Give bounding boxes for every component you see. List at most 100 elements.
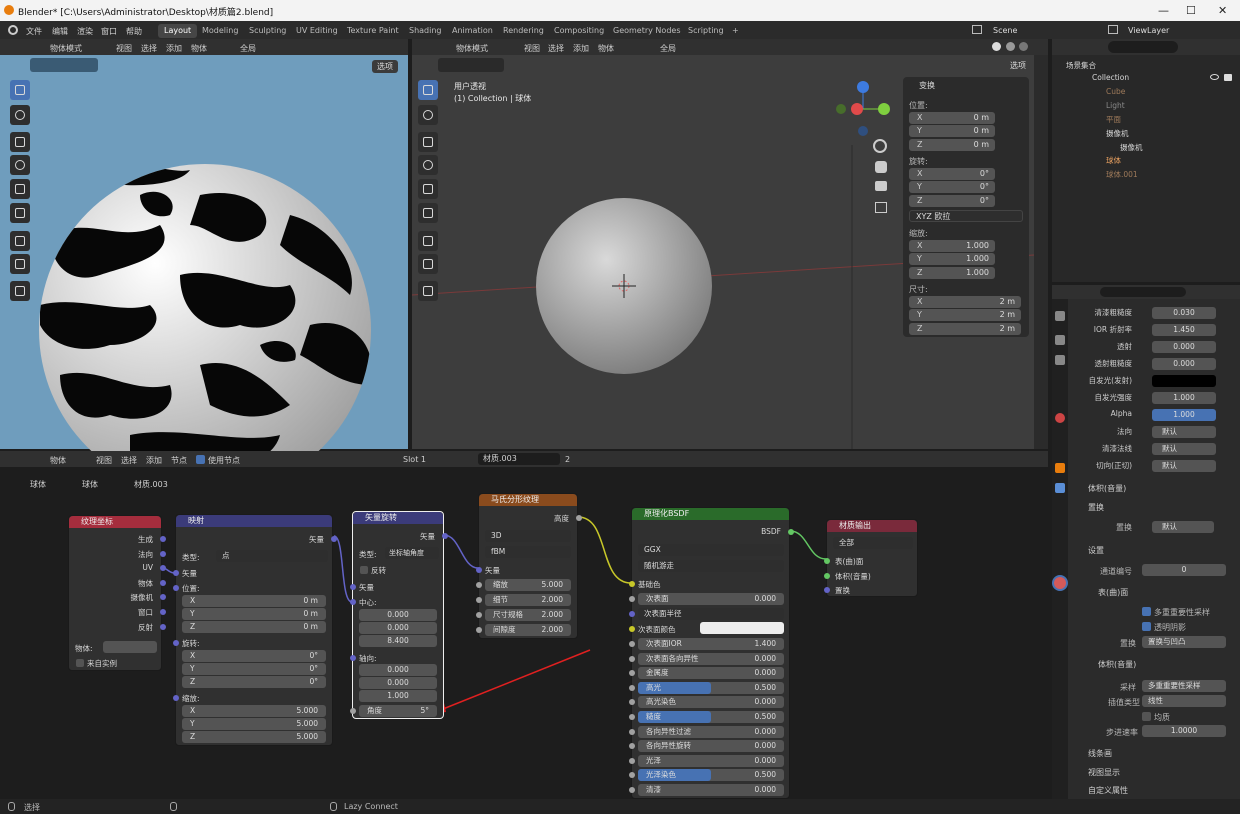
bsdf-subsurface-field[interactable]: 次表面 0.000 — [638, 593, 784, 605]
left-menu-add[interactable]: 添加 — [166, 43, 182, 54]
bsdf-sheen-tint-field[interactable]: 光泽染色 0.500 — [638, 769, 784, 782]
mapping-scale-x[interactable]: X 5.000 — [182, 705, 326, 717]
rv-transform-tool-icon[interactable] — [418, 203, 438, 223]
location-x-field[interactable]: X0 m — [909, 112, 995, 124]
navigation-gizmo-icon[interactable] — [832, 79, 894, 139]
tab-sculpting[interactable]: Sculpting — [243, 24, 292, 38]
ior-field[interactable]: 1.450 — [1152, 324, 1216, 336]
mapping-type-select[interactable]: 点 — [216, 550, 328, 562]
mapping-node[interactable]: 映射 矢量 类型: 点 矢量 位置: X0 m Y0 m Z0 m 旋转: X0… — [173, 514, 337, 746]
rotation-z-field[interactable]: Z 0° — [909, 195, 995, 207]
tab-shading[interactable]: Shading — [403, 24, 448, 38]
left-viewport-render[interactable]: 选项 — [0, 55, 408, 455]
displacement-section[interactable]: 置换 — [1088, 502, 1104, 513]
outliner-camera[interactable]: 摄像机 — [1106, 128, 1129, 140]
principled-bsdf-node[interactable]: 原理化BSDF BSDF GGX 随机游走 基础色 次表面 0.000 次表面半径… — [629, 507, 794, 799]
outliner-search-input[interactable] — [1108, 41, 1178, 53]
vrot-center-x[interactable]: 0.000 — [359, 609, 437, 621]
tangent-field[interactable]: 默认 — [1152, 460, 1216, 472]
rotate-tool-icon[interactable] — [10, 155, 30, 175]
bsdf-specular-tint-field[interactable]: 高光染色 0.000 — [638, 696, 784, 709]
clearcoat-roughness-field[interactable]: 0.030 — [1152, 307, 1216, 319]
bsdf-anisotropic-rotation-field[interactable]: 各向异性旋转 0.000 — [638, 740, 784, 753]
rv-cursor-tool-icon[interactable] — [418, 105, 438, 125]
menu-file[interactable]: 文件 — [26, 26, 42, 37]
rv-scale-tool-icon[interactable] — [418, 179, 438, 199]
shading-solid-icon[interactable] — [992, 42, 1001, 51]
perspective-grid-icon[interactable] — [875, 202, 887, 213]
pan-hand-icon[interactable] — [875, 161, 887, 173]
lineart-section[interactable]: 线条画 — [1088, 748, 1112, 759]
output-target-select[interactable]: 全部 — [833, 537, 913, 549]
bsdf-subsurface-radius-select[interactable]: 次表面半径 — [638, 608, 784, 620]
scale-x-field[interactable]: X 1.000 — [909, 240, 995, 252]
render-tab-icon[interactable] — [1055, 335, 1065, 345]
material-name-field[interactable]: 材质.003 — [478, 453, 560, 465]
mapping-rot-x[interactable]: X 0° — [182, 650, 326, 662]
vrot-type-select[interactable]: 坐标轴角度 — [385, 547, 439, 559]
tab-texture-paint[interactable]: Texture Paint — [341, 24, 405, 38]
displacement-field[interactable]: 默认 — [1152, 521, 1214, 533]
left-menu-select[interactable]: 选择 — [141, 43, 157, 54]
right-mode-select[interactable]: 物体模式 — [456, 43, 488, 54]
dimension-y-field[interactable]: Y2 m — [909, 309, 1021, 321]
tab-rendering[interactable]: Rendering — [497, 24, 550, 38]
right-menu-object[interactable]: 物体 — [598, 43, 614, 54]
vrot-axis-y[interactable]: 0.000 — [359, 677, 437, 689]
musgrave-detail-field[interactable]: 细节 2.000 — [485, 594, 571, 606]
bsdf-sheen-field[interactable]: 光泽 0.000 — [638, 754, 784, 767]
menu-render[interactable]: 渲染 — [77, 26, 93, 37]
mapping-rot-y[interactable]: Y 0° — [182, 663, 326, 675]
transmission-field[interactable]: 0.000 — [1152, 341, 1216, 353]
mapping-rot-z[interactable]: Z 0° — [182, 676, 326, 688]
rv-measure-tool-icon[interactable] — [418, 254, 438, 274]
shading-material-icon[interactable] — [1006, 42, 1015, 51]
vrot-axis-z[interactable]: 1.000 — [359, 690, 437, 702]
surface-subsection[interactable]: 表(曲)面 — [1098, 587, 1128, 598]
menu-help[interactable]: 帮助 — [126, 26, 142, 37]
bsdf-distribution-select[interactable]: GGX — [638, 544, 784, 556]
texture-coordinate-node[interactable]: 纹理坐标 生成 法向 UV 物体 摄像机 窗口 反射 物体: 来自实例 — [68, 515, 166, 671]
bsdf-roughness-field[interactable]: 糙度 0.500 — [638, 711, 784, 723]
musgrave-scale-field[interactable]: 缩放 5.000 — [485, 579, 571, 591]
move-tool-icon[interactable] — [10, 132, 30, 152]
tab-animation[interactable]: Animation — [446, 24, 499, 38]
left-menu-object[interactable]: 物体 — [191, 43, 207, 54]
left-mode-select[interactable]: 物体模式 — [50, 43, 82, 54]
properties-search-input[interactable] — [1100, 287, 1186, 297]
tab-layout[interactable]: Layout — [158, 24, 198, 38]
rotation-mode-select[interactable]: XYZ 欧拉 — [909, 210, 1023, 222]
scale-y-field[interactable]: Y 1.000 — [909, 253, 995, 265]
musgrave-dimension-field[interactable]: 尺寸规格 2.000 — [485, 609, 571, 621]
scale-tool-icon[interactable] — [10, 179, 30, 199]
output-tab-icon[interactable] — [1055, 355, 1065, 365]
modifier-tab-icon[interactable] — [1055, 483, 1065, 493]
tab-modeling[interactable]: Modeling — [196, 24, 244, 38]
node-menu-add[interactable]: 添加 — [146, 455, 162, 466]
outliner-light[interactable]: Light — [1106, 101, 1125, 113]
musgrave-texture-node[interactable]: 马氏分形纹理 高度 3D fBM 矢量 缩放 5.000 细节 2.000 尺寸规格… — [476, 493, 582, 639]
blender-menu-icon[interactable] — [8, 25, 18, 35]
tool-tab-icon[interactable] — [1055, 311, 1065, 321]
right-global-select[interactable]: 全局 — [660, 43, 676, 54]
vrot-angle-field[interactable]: 角度 5° — [359, 705, 437, 717]
from-instancer-checkbox[interactable] — [76, 659, 84, 667]
left-menu-view[interactable]: 视图 — [116, 43, 132, 54]
scene-name[interactable]: Scene — [993, 26, 1017, 35]
material-users-count[interactable]: 2 — [565, 455, 570, 464]
bsdf-sss-method-select[interactable]: 随机游走 — [638, 560, 784, 572]
measure-tool-icon[interactable] — [10, 254, 30, 274]
left-global-select[interactable]: 全局 — [240, 43, 256, 54]
menu-window[interactable]: 窗口 — [101, 26, 117, 37]
properties-tabs[interactable] — [1052, 299, 1068, 799]
clearcoat-normal-field[interactable]: 默认 — [1152, 443, 1216, 455]
right-menu-select[interactable]: 选择 — [548, 43, 564, 54]
emission-color-swatch[interactable] — [1152, 375, 1216, 387]
tab-geometry-nodes[interactable]: Geometry Nodes — [607, 24, 686, 38]
mapping-scale-z[interactable]: Z 5.000 — [182, 731, 326, 743]
render-camera-icon[interactable] — [1224, 74, 1232, 81]
mapping-loc-z[interactable]: Z0 m — [182, 621, 326, 633]
mis-checkbox[interactable] — [1142, 607, 1151, 616]
transparent-shadow-checkbox[interactable] — [1142, 622, 1151, 631]
mapping-loc-y[interactable]: Y0 m — [182, 608, 326, 620]
